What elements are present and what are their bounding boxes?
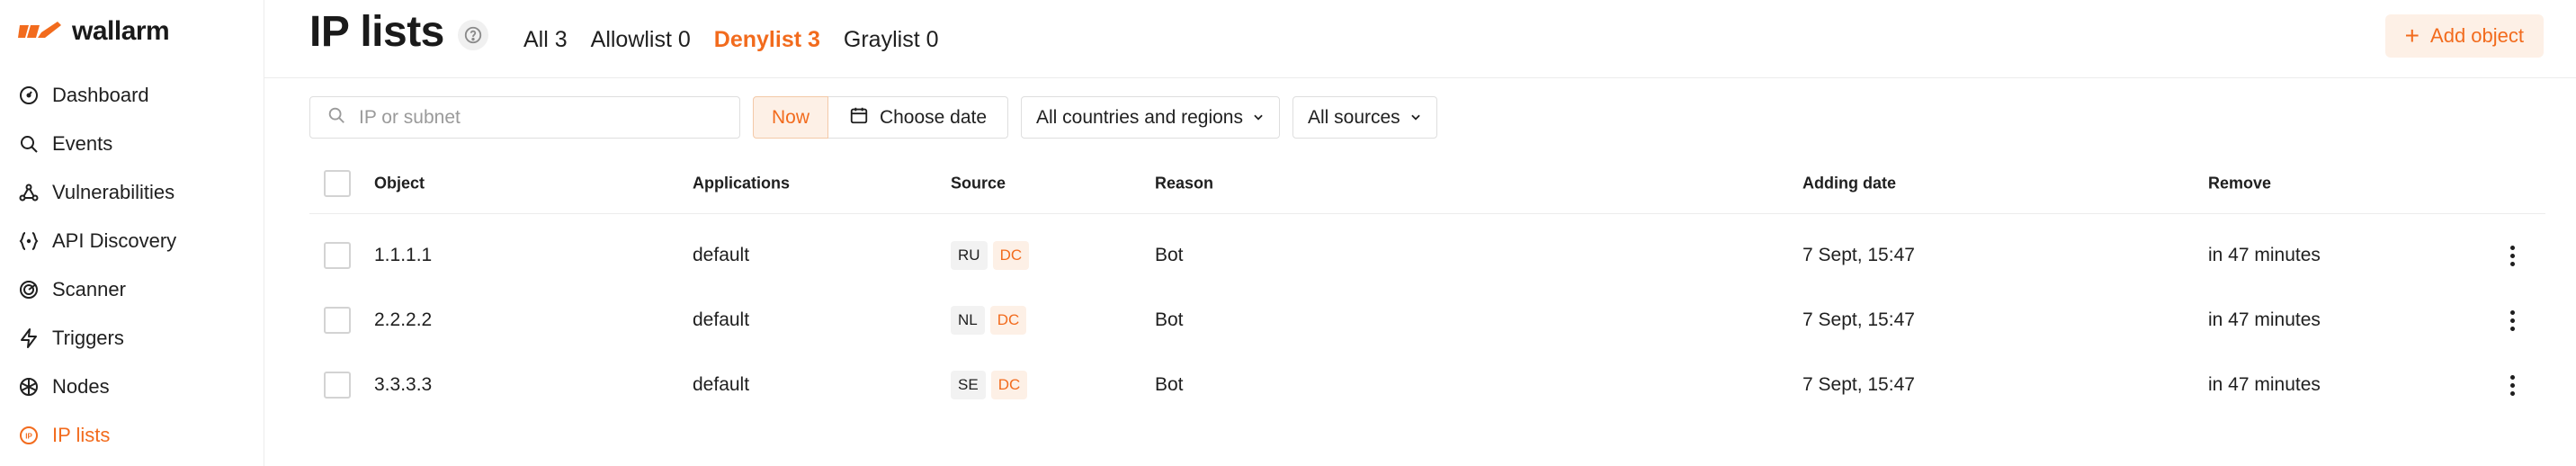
sidebar-item-label: IP lists	[52, 424, 111, 446]
ip-list-tabs: All 3 Allowlist 0 Denylist 3 Graylist 0	[523, 27, 939, 53]
search-icon	[326, 105, 346, 130]
ip-list-table: Object Applications Source Reason Adding…	[309, 153, 2545, 417]
scanner-icon	[18, 279, 40, 300]
row-remove-time: in 47 minutes	[2208, 309, 2321, 330]
date-filter: Now Choose date	[753, 96, 1008, 139]
sources-dropdown[interactable]: All sources	[1292, 96, 1437, 139]
row-source: RU DC	[951, 241, 1030, 270]
row-source: SE DC	[951, 371, 1028, 399]
row-application: default	[693, 309, 750, 330]
sidebar-item-label: Scanner	[52, 278, 126, 300]
search-box[interactable]	[309, 96, 740, 139]
page-header: IP lists All 3 Allowlist 0 Denylist 3 Gr…	[264, 0, 2576, 78]
help-icon[interactable]	[458, 20, 488, 50]
row-application: default	[693, 245, 750, 265]
choose-date-label: Choose date	[879, 106, 988, 128]
add-object-button[interactable]: + Add object	[2384, 14, 2544, 58]
source-tag-badge: DC	[992, 241, 1030, 270]
sidebar-item-label: Vulnerabilities	[52, 181, 175, 203]
countries-dropdown[interactable]: All countries and regions	[1021, 96, 1280, 139]
search-icon	[18, 133, 40, 155]
sidebar: wallarm Dashboard Events Vulnerabilities…	[0, 0, 264, 466]
tab-all[interactable]: All 3	[523, 27, 568, 53]
column-header-applications[interactable]: Applications	[693, 174, 790, 193]
sources-dropdown-label: All sources	[1307, 106, 1400, 128]
wallarm-logo[interactable]: wallarm	[18, 16, 170, 47]
row-object: 3.3.3.3	[374, 374, 433, 395]
sidebar-item-label: Triggers	[52, 327, 124, 349]
row-reason: Bot	[1155, 309, 1184, 330]
row-checkbox[interactable]	[324, 372, 351, 399]
row-reason: Bot	[1155, 374, 1184, 395]
table-row[interactable]: 1.1.1.1 default RU DC Bot 7 Sept, 15:47 …	[309, 223, 2545, 288]
sidebar-item-events[interactable]: Events	[0, 120, 264, 168]
column-header-source[interactable]: Source	[951, 174, 1006, 193]
sidebar-item-label: Nodes	[52, 375, 110, 398]
row-more-icon[interactable]	[2501, 307, 2523, 334]
column-header-remove[interactable]: Remove	[2208, 174, 2271, 193]
dashboard-icon	[18, 85, 40, 106]
sidebar-item-label: API Discovery	[52, 229, 177, 252]
page-title: IP lists	[309, 8, 444, 56]
brand-name: wallarm	[72, 16, 170, 46]
filter-bar: Now Choose date All countries and region…	[309, 96, 1437, 139]
country-badge: SE	[951, 371, 986, 399]
sidebar-item-dashboard[interactable]: Dashboard	[0, 71, 264, 120]
row-remove-time: in 47 minutes	[2208, 245, 2321, 265]
row-adding-date: 7 Sept, 15:47	[1802, 374, 1915, 395]
row-checkbox[interactable]	[324, 242, 351, 269]
row-adding-date: 7 Sept, 15:47	[1802, 309, 1915, 330]
wallarm-logo-mark-icon	[18, 22, 61, 38]
countries-dropdown-label: All countries and regions	[1036, 106, 1243, 128]
tab-allowlist[interactable]: Allowlist 0	[591, 27, 691, 53]
table-row[interactable]: 3.3.3.3 default SE DC Bot 7 Sept, 15:47 …	[309, 353, 2545, 417]
column-header-object[interactable]: Object	[374, 174, 425, 193]
table-row[interactable]: 2.2.2.2 default NL DC Bot 7 Sept, 15:47 …	[309, 288, 2545, 353]
api-discovery-icon	[18, 230, 40, 252]
add-object-label: Add object	[2430, 24, 2524, 47]
chevron-down-icon	[1409, 107, 1422, 129]
select-all-checkbox[interactable]	[324, 169, 351, 197]
sidebar-item-api-discovery[interactable]: API Discovery	[0, 217, 264, 265]
row-remove-time: in 47 minutes	[2208, 374, 2321, 395]
nodes-icon	[18, 376, 40, 398]
bug-icon	[18, 182, 40, 203]
row-more-icon[interactable]	[2501, 372, 2523, 399]
sidebar-item-nodes[interactable]: Nodes	[0, 363, 264, 411]
calendar-icon	[849, 105, 869, 130]
country-badge: NL	[951, 306, 985, 335]
sidebar-item-label: Dashboard	[52, 84, 149, 106]
row-object: 2.2.2.2	[374, 309, 433, 330]
sidebar-nav: Dashboard Events Vulnerabilities API Dis…	[0, 71, 264, 460]
tab-denylist[interactable]: Denylist 3	[714, 27, 820, 53]
table-header: Object Applications Source Reason Adding…	[309, 153, 2545, 214]
ip-icon: IP	[18, 425, 40, 446]
row-adding-date: 7 Sept, 15:47	[1802, 245, 1915, 265]
country-badge: RU	[951, 241, 988, 270]
plus-icon: +	[2404, 22, 2420, 49]
sidebar-item-label: Events	[52, 132, 113, 155]
row-reason: Bot	[1155, 245, 1184, 265]
sidebar-item-triggers[interactable]: Triggers	[0, 314, 264, 363]
row-more-icon[interactable]	[2501, 242, 2523, 269]
source-tag-badge: DC	[989, 306, 1027, 335]
source-tag-badge: DC	[990, 371, 1028, 399]
sidebar-item-vulnerabilities[interactable]: Vulnerabilities	[0, 168, 264, 217]
sidebar-item-scanner[interactable]: Scanner	[0, 265, 264, 314]
sidebar-item-ip-lists[interactable]: IP IP lists	[0, 411, 264, 460]
row-application: default	[693, 374, 750, 395]
column-header-reason[interactable]: Reason	[1155, 174, 1213, 193]
row-object: 1.1.1.1	[374, 245, 433, 265]
row-source: NL DC	[951, 306, 1027, 335]
column-header-adding-date[interactable]: Adding date	[1802, 174, 1896, 193]
tab-graylist[interactable]: Graylist 0	[844, 27, 939, 53]
choose-date-button[interactable]: Choose date	[828, 96, 1008, 139]
row-checkbox[interactable]	[324, 307, 351, 334]
now-button[interactable]: Now	[753, 96, 828, 139]
lightning-icon	[18, 327, 40, 349]
svg-text:IP: IP	[25, 433, 32, 441]
chevron-down-icon	[1252, 107, 1265, 129]
search-input[interactable]	[359, 106, 719, 129]
